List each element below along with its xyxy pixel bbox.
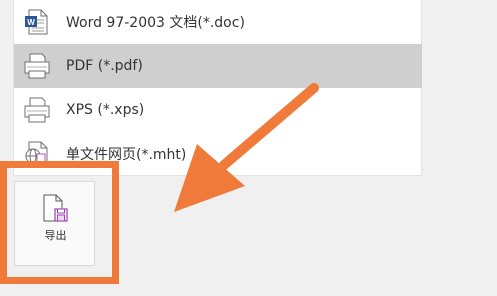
export-document-icon xyxy=(43,194,68,222)
menu-item-word-97-2003[interactable]: W Word 97-2003 文档(*.doc) xyxy=(14,0,422,44)
export-button-label: 导出 xyxy=(44,229,67,242)
word-doc-icon: W xyxy=(25,9,48,35)
menu-item-xps[interactable]: XPS (*.xps) xyxy=(14,88,422,132)
menu-item-label: 单文件网页(*.mht) xyxy=(66,147,187,163)
printer-icon xyxy=(24,97,50,123)
svg-text:W: W xyxy=(27,18,35,27)
menu-item-label: PDF (*.pdf) xyxy=(66,58,143,74)
menu-item-pdf[interactable]: PDF (*.pdf) xyxy=(14,44,422,88)
menu-item-mht[interactable]: 单文件网页(*.mht) xyxy=(14,132,422,176)
export-button[interactable]: 导出 xyxy=(14,181,95,266)
menu-item-label: XPS (*.xps) xyxy=(66,102,145,118)
printer-icon xyxy=(24,53,50,79)
export-format-menu: W Word 97-2003 文档(*.doc) PDF (*.pdf) XPS… xyxy=(13,0,422,176)
web-page-icon xyxy=(25,141,48,167)
menu-item-label: Word 97-2003 文档(*.doc) xyxy=(66,15,245,31)
